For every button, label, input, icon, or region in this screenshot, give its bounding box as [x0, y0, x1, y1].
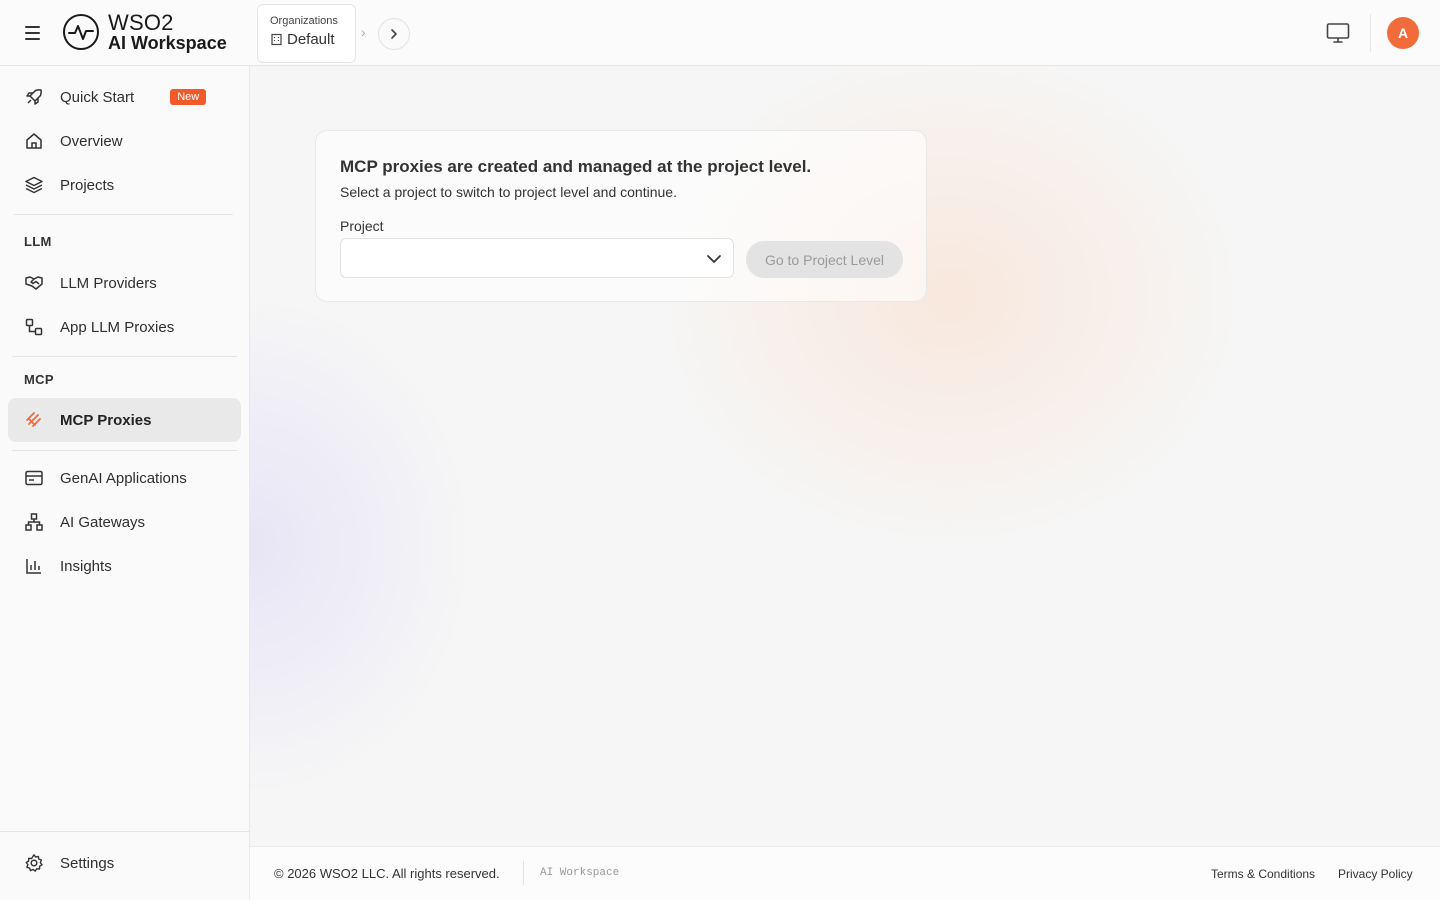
chevron-right-icon	[391, 29, 397, 39]
sidebar-item-settings[interactable]: Settings	[8, 841, 241, 885]
logo-line2: AI Workspace	[108, 33, 227, 53]
layers-icon	[24, 175, 44, 195]
project-field-label: Project	[340, 218, 384, 234]
sidebar-item-genai-applications[interactable]: GenAI Applications	[8, 456, 241, 500]
footer: © 2026 WSO2 LLC. All rights reserved. AI…	[250, 846, 1440, 900]
sidebar-divider	[12, 450, 237, 451]
sidebar-item-mcp-proxies[interactable]: MCP Proxies	[8, 398, 241, 442]
main-content: MCP proxies are created and managed at t…	[250, 66, 1440, 846]
organization-selector[interactable]: Organizations Default	[257, 4, 356, 63]
sidebar-item-label: Overview	[60, 132, 123, 150]
copyright: © 2026 WSO2 LLC. All rights reserved.	[274, 866, 500, 881]
sidebar-item-ai-gateways[interactable]: AI Gateways	[8, 500, 241, 544]
sidebar-item-label: LLM Providers	[60, 274, 157, 292]
sidebar-item-label: Projects	[60, 176, 115, 194]
breadcrumb-next-button[interactable]	[378, 18, 410, 50]
org-label: Organizations	[270, 15, 338, 27]
top-header: WSO2 AI Workspace Organizations Default …	[0, 0, 1440, 66]
sidebar-item-label: Quick Start	[60, 88, 135, 106]
footer-divider	[523, 861, 524, 885]
new-badge: New	[170, 89, 207, 105]
sidebar-item-overview[interactable]: Overview	[8, 119, 241, 163]
sidebar-item-projects[interactable]: Projects	[8, 163, 241, 207]
avatar[interactable]: A	[1387, 17, 1419, 49]
section-title-mcp: MCP	[24, 372, 54, 387]
sidebar-item-llm-providers[interactable]: LLM Providers	[8, 261, 241, 305]
terms-link[interactable]: Terms & Conditions	[1211, 867, 1315, 881]
bar-chart-icon	[24, 556, 44, 576]
privacy-link[interactable]: Privacy Policy	[1338, 867, 1413, 881]
footer-brand: AI Workspace	[540, 867, 620, 879]
project-select-card: MCP proxies are created and managed at t…	[315, 130, 927, 302]
logo-line1: WSO2	[108, 10, 174, 35]
sidebar-item-insights[interactable]: Insights	[8, 544, 241, 588]
handshake-icon	[24, 273, 44, 293]
sidebar: Quick Start New Overview Projects LLM LL…	[0, 66, 250, 900]
sidebar-item-quick-start[interactable]: Quick Start New	[8, 75, 241, 119]
sidebar-item-app-llm-proxies[interactable]: App LLM Proxies	[8, 305, 241, 349]
sidebar-item-label: MCP Proxies	[60, 411, 152, 429]
sidebar-item-label: Settings	[60, 854, 115, 872]
card-title: MCP proxies are created and managed at t…	[340, 157, 812, 176]
card-subtitle: Select a project to switch to project le…	[340, 184, 677, 200]
sidebar-item-label: Insights	[60, 557, 112, 575]
menu-icon[interactable]	[20, 21, 44, 45]
gear-icon	[24, 853, 44, 873]
project-select[interactable]	[340, 238, 734, 278]
breadcrumb-chevron-icon: ›	[361, 24, 366, 40]
home-icon	[24, 131, 44, 151]
rocket-icon	[24, 87, 44, 107]
monitor-icon[interactable]	[1325, 20, 1351, 46]
network-icon	[24, 512, 44, 532]
header-divider	[1370, 14, 1371, 52]
sidebar-item-label: App LLM Proxies	[60, 318, 175, 336]
app-window-icon	[24, 468, 44, 488]
building-icon	[271, 33, 282, 46]
sidebar-divider	[14, 214, 233, 215]
pulse-logo-icon	[63, 14, 99, 50]
section-title-llm: LLM	[24, 234, 52, 249]
mcp-icon	[24, 410, 44, 430]
sidebar-divider	[0, 831, 249, 832]
proxy-icon	[24, 317, 44, 337]
sidebar-divider	[12, 356, 237, 357]
sidebar-item-label: AI Gateways	[60, 513, 146, 531]
org-value: Default	[287, 31, 335, 48]
logo[interactable]: WSO2 AI Workspace	[62, 12, 227, 52]
chevron-down-icon	[707, 255, 721, 263]
go-to-project-level-button[interactable]: Go to Project Level	[746, 241, 903, 278]
sidebar-item-label: GenAI Applications	[60, 469, 187, 487]
